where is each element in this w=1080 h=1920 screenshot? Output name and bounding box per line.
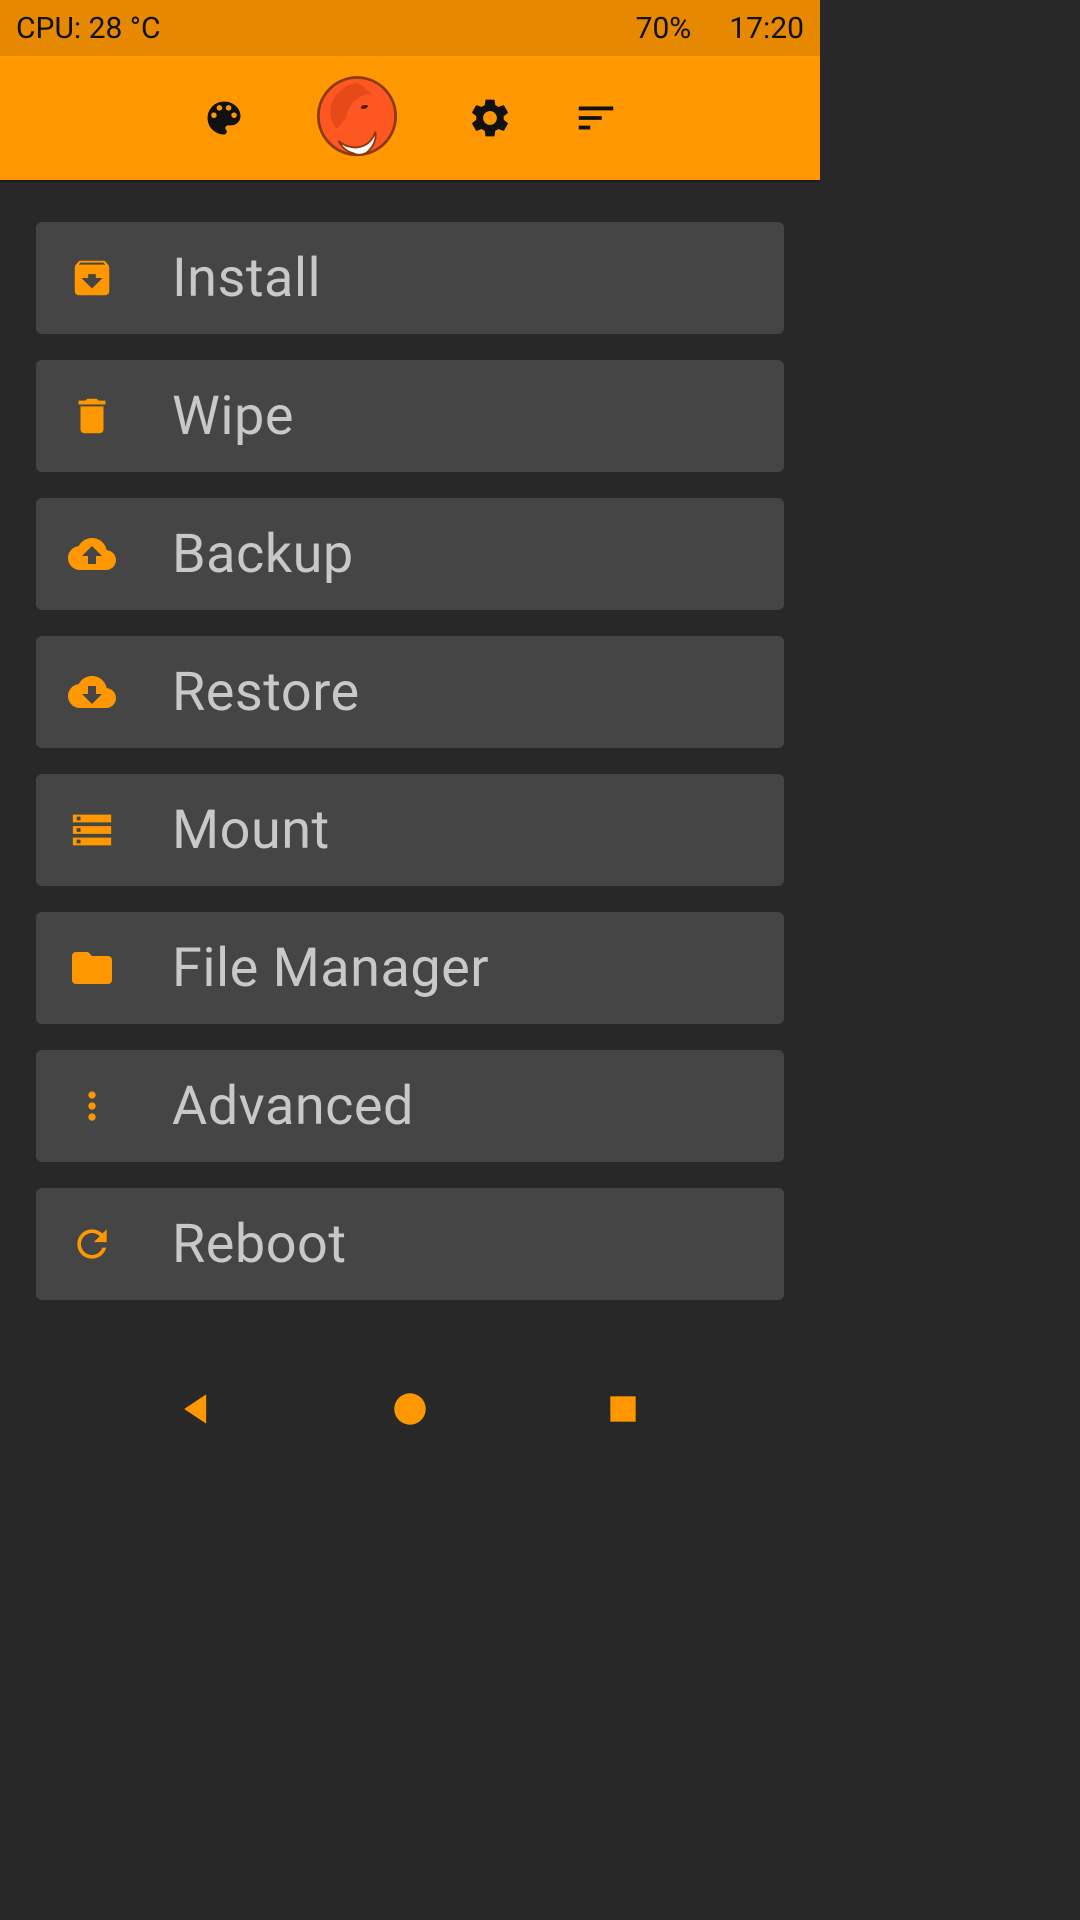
- nav-recent-button[interactable]: [583, 1379, 663, 1439]
- mount-button[interactable]: Mount: [36, 774, 784, 886]
- top-bar: [0, 56, 820, 182]
- main-menu: Install Wipe Backup Restore: [0, 182, 820, 1354]
- advanced-button[interactable]: Advanced: [36, 1050, 784, 1162]
- menu-label: Reboot: [172, 1213, 347, 1276]
- wipe-button[interactable]: Wipe: [36, 360, 784, 472]
- backup-button[interactable]: Backup: [36, 498, 784, 610]
- palette-icon[interactable]: [201, 95, 247, 141]
- menu-label: Mount: [172, 799, 330, 862]
- menu-label: Wipe: [172, 385, 294, 448]
- menu-label: Advanced: [172, 1075, 414, 1138]
- settings-icon[interactable]: [467, 95, 513, 141]
- menu-label: Install: [172, 247, 321, 310]
- storage-icon: [68, 806, 116, 854]
- fox-logo-icon[interactable]: [307, 68, 407, 168]
- cloud-up-icon: [68, 530, 116, 578]
- nav-back-button[interactable]: [157, 1379, 237, 1439]
- menu-label: File Manager: [172, 937, 489, 1000]
- menu-label: Restore: [172, 661, 360, 724]
- nav-bar: [0, 1354, 820, 1464]
- battery-level: 70%: [636, 11, 692, 46]
- trash-icon: [68, 392, 116, 440]
- cpu-temp-label: CPU: 28 °C: [16, 11, 636, 46]
- sort-icon[interactable]: [573, 95, 619, 141]
- install-button[interactable]: Install: [36, 222, 784, 334]
- dots-vertical-icon: [68, 1082, 116, 1130]
- file-manager-button[interactable]: File Manager: [36, 912, 784, 1024]
- restore-button[interactable]: Restore: [36, 636, 784, 748]
- reboot-button[interactable]: Reboot: [36, 1188, 784, 1300]
- nav-home-button[interactable]: [370, 1379, 450, 1439]
- menu-label: Backup: [172, 523, 354, 586]
- folder-icon: [68, 944, 116, 992]
- clock-time: 17:20: [729, 11, 804, 46]
- status-bar: CPU: 28 °C 70% 17:20: [0, 0, 820, 56]
- cloud-down-icon: [68, 668, 116, 716]
- refresh-icon: [68, 1220, 116, 1268]
- archive-down-icon: [68, 254, 116, 302]
